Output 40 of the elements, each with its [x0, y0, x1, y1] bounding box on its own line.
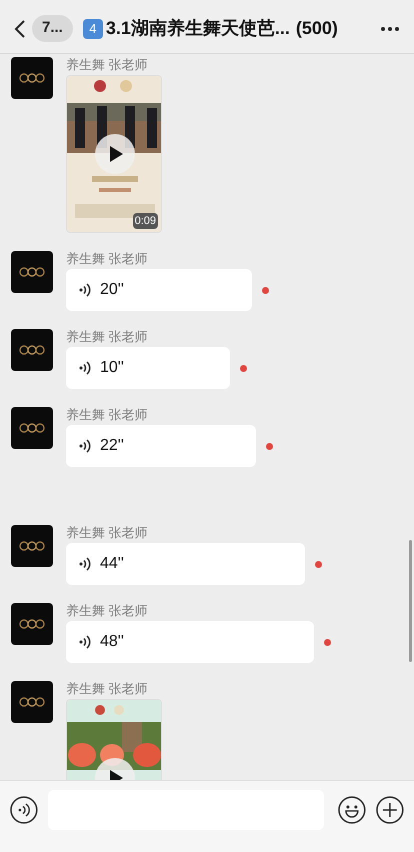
avatar[interactable]	[11, 603, 53, 645]
sender-name: 养生舞 张老师	[66, 407, 149, 423]
voice-bubble[interactable]: 20''	[66, 269, 252, 311]
avatar[interactable]	[11, 407, 53, 449]
sender-name: 养生舞 张老师	[66, 57, 149, 73]
number-emoji: 4	[82, 18, 103, 38]
avatar[interactable]	[11, 57, 53, 99]
avatar[interactable]	[11, 681, 53, 723]
emoji-icon[interactable]	[338, 796, 366, 824]
voice-duration: 20''	[100, 280, 124, 300]
sender-name: 养生舞 张老师	[66, 603, 149, 619]
voice-duration: 44''	[100, 554, 124, 574]
sender-name: 养生舞 张老师	[66, 251, 149, 267]
voice-icon	[78, 438, 92, 454]
voice-icon	[78, 360, 92, 376]
voice-input-icon[interactable]	[10, 796, 38, 824]
video-thumbnail[interactable]: 0:09	[66, 75, 162, 233]
member-count: (500)	[296, 17, 338, 40]
more-icon[interactable]	[380, 26, 400, 32]
voice-bubble[interactable]: 48''	[66, 621, 314, 663]
play-icon[interactable]	[95, 134, 135, 174]
sender-name: 养生舞 张老师	[66, 525, 149, 541]
add-icon[interactable]	[376, 796, 404, 824]
avatar[interactable]	[11, 329, 53, 371]
voice-icon	[78, 556, 92, 572]
sender-name: 养生舞 张老师	[66, 681, 149, 697]
voice-bubble[interactable]: 22''	[66, 425, 256, 467]
sender-name: 养生舞 张老师	[66, 329, 149, 345]
voice-icon	[78, 282, 92, 298]
unread-count-badge[interactable]: 7...	[32, 15, 73, 42]
avatar[interactable]	[11, 525, 53, 567]
voice-bubble[interactable]: 10''	[66, 347, 230, 389]
voice-duration: 48''	[100, 632, 124, 652]
voice-duration: 22''	[100, 436, 124, 456]
back-icon[interactable]	[14, 18, 26, 38]
voice-duration: 10''	[100, 358, 124, 378]
voice-icon	[78, 634, 92, 650]
chat-title: 3.1湖南养生舞天使芭...	[106, 17, 290, 40]
voice-bubble[interactable]: 44''	[66, 543, 305, 585]
avatar[interactable]	[11, 251, 53, 293]
